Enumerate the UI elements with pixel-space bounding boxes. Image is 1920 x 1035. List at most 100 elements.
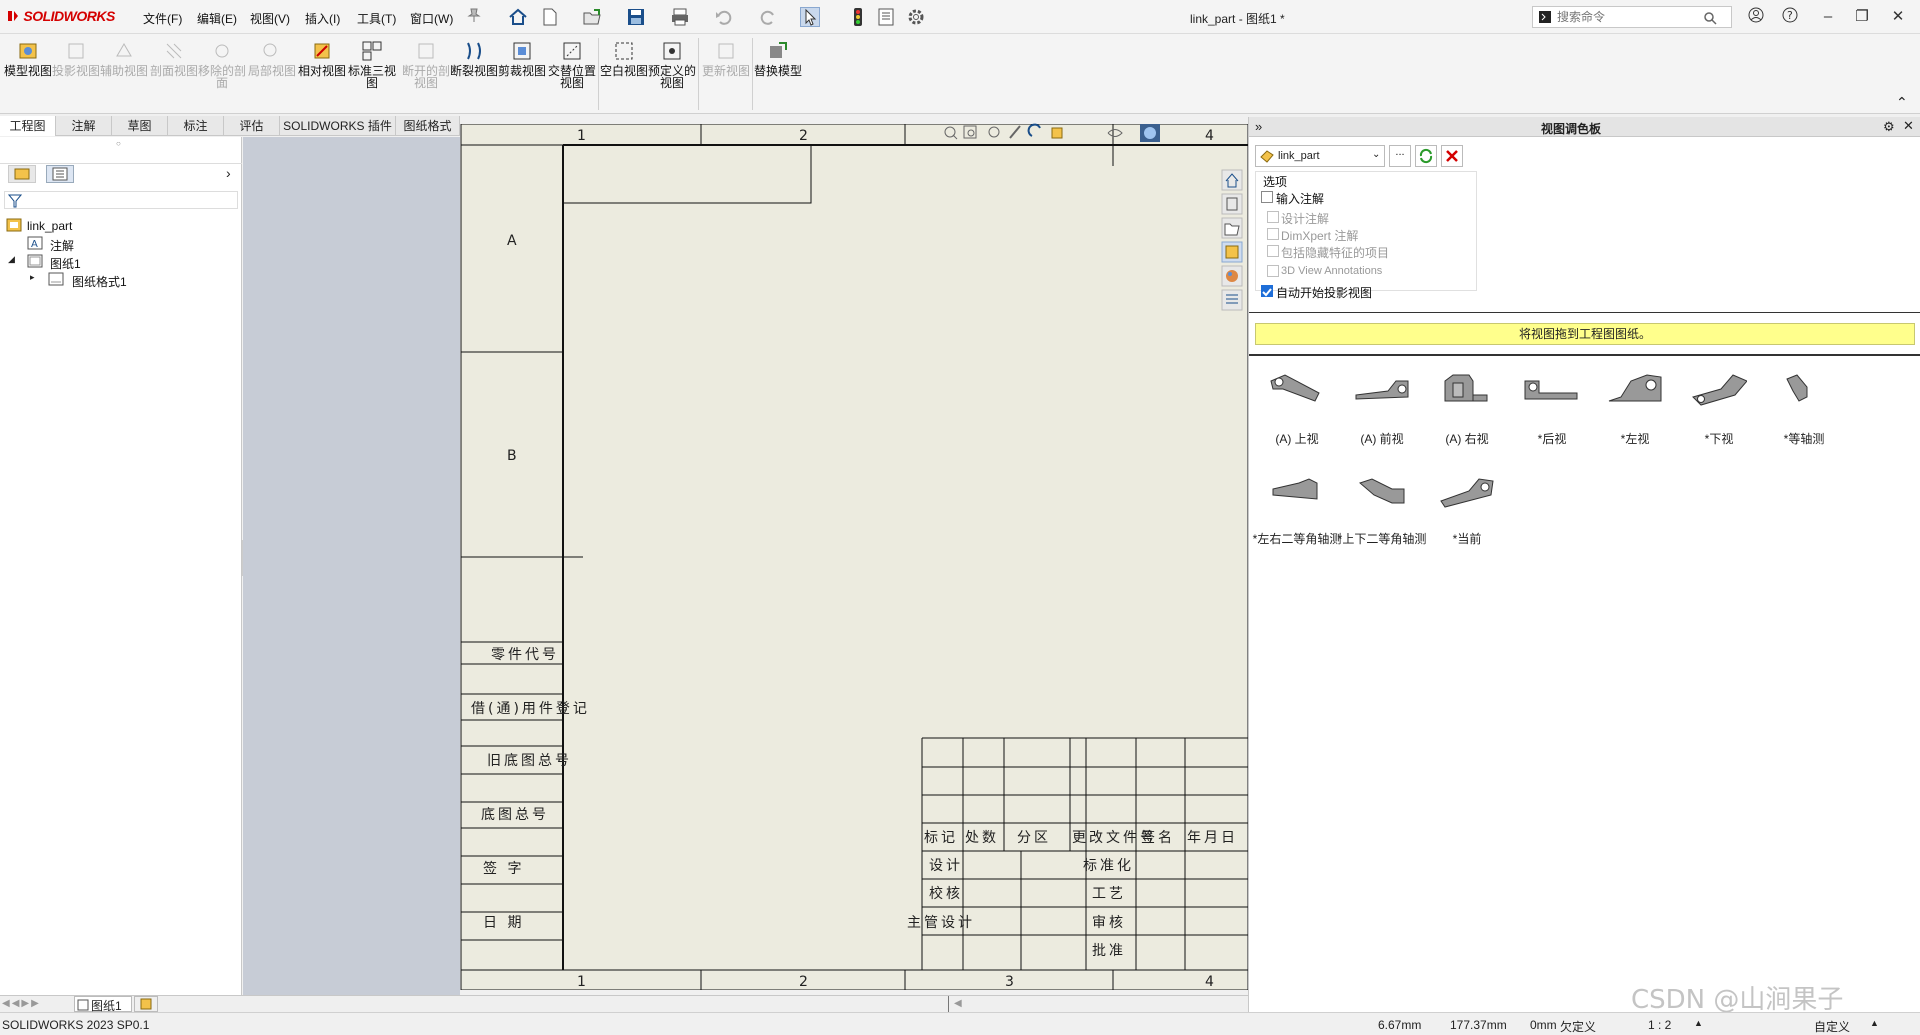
collapse-ribbon-icon[interactable]: ⌃ — [1896, 94, 1908, 111]
save-icon[interactable] — [626, 7, 646, 27]
clear-button[interactable] — [1441, 145, 1463, 167]
view-thumb-dimetric-lr[interactable] — [1269, 473, 1325, 513]
menu-window[interactable]: 窗口(W) — [410, 10, 453, 27]
tab-sketch[interactable]: 草图 — [112, 116, 168, 136]
auto-projected-view-checkbox[interactable] — [1261, 285, 1273, 297]
zoom-to-area-icon[interactable] — [963, 125, 977, 139]
tree-filter[interactable] — [4, 191, 238, 209]
appearance-globe-icon[interactable] — [1140, 124, 1160, 142]
file-explorer-icon[interactable] — [1221, 217, 1243, 239]
view-label-front[interactable]: (A) 前视 — [1339, 432, 1425, 447]
palette-close-icon[interactable]: ✕ — [1903, 118, 1914, 134]
magnifier-icon[interactable] — [1703, 11, 1717, 25]
tree-expand-icon[interactable]: ▸ — [30, 272, 35, 283]
view-thumb-left[interactable] — [1607, 371, 1663, 411]
property-manager-tab-icon[interactable] — [46, 165, 74, 183]
status-units[interactable]: 自定义 — [1814, 1018, 1850, 1035]
collapse-pane-icon[interactable]: » — [1255, 119, 1262, 134]
view-thumb-right[interactable] — [1439, 371, 1495, 411]
dimxpert-checkbox[interactable] — [1267, 228, 1279, 240]
scroll-split[interactable] — [948, 996, 949, 1012]
relative-view-button[interactable]: 相对视图 — [298, 40, 346, 110]
removed-section-button[interactable]: 移除的剖面 — [198, 40, 246, 110]
drawing-sheet[interactable]: 1 2 4 1 2 3 4 A B 零件代号 借(通)用件登记 旧底图总号 底图… — [460, 123, 1249, 991]
predefined-view-button[interactable]: 预定义的视图 — [648, 40, 696, 110]
search-input[interactable] — [1557, 9, 1707, 25]
tab-sheet-format[interactable]: 图纸格式 — [396, 116, 460, 136]
undo-icon[interactable] — [714, 7, 734, 27]
projected-view-button[interactable]: 投影视图 — [52, 40, 100, 110]
view-label-dimetric-lr[interactable]: *左右二等角轴测 — [1251, 532, 1343, 547]
tree-sheet[interactable]: 图纸1 — [50, 255, 81, 272]
tree-root[interactable]: link_part — [27, 219, 72, 233]
scroll-left-icon[interactable]: ◀ — [954, 998, 962, 1009]
new-document-icon[interactable] — [540, 7, 560, 27]
print-icon[interactable] — [670, 7, 690, 27]
tab-drawing[interactable]: 工程图 — [0, 116, 56, 136]
account-icon[interactable] — [1744, 6, 1768, 28]
scale-up-icon[interactable]: ▲ — [1694, 1018, 1703, 1028]
palette-settings-gear-icon[interactable]: ⚙ — [1883, 119, 1895, 135]
help-icon[interactable]: ? — [1778, 6, 1802, 28]
refresh-button[interactable] — [1415, 145, 1437, 167]
import-annotations-checkbox[interactable] — [1261, 191, 1273, 203]
previous-view-icon[interactable] — [988, 126, 1000, 138]
alternate-position-view-button[interactable]: 交替位置视图 — [548, 40, 596, 110]
empty-view-button[interactable]: 空白视图 — [600, 40, 648, 110]
status-scale[interactable]: 1 : 2 — [1648, 1018, 1671, 1032]
section-view-button[interactable]: 剖面视图 — [150, 40, 198, 110]
menu-tools[interactable]: 工具(T) — [357, 10, 396, 27]
home-icon[interactable] — [508, 7, 528, 27]
pin-icon[interactable] — [466, 7, 486, 27]
tree-collapse-icon[interactable]: ◢ — [8, 254, 15, 265]
view-thumb-bottom[interactable] — [1691, 371, 1748, 411]
view-thumb-current[interactable] — [1439, 473, 1495, 513]
view-thumb-dimetric-tb[interactable] — [1354, 473, 1410, 513]
hide-show-icon[interactable] — [1107, 129, 1123, 137]
view-palette-icon[interactable] — [1221, 241, 1243, 263]
options-gear-icon[interactable] — [906, 7, 926, 27]
update-view-button[interactable]: 更新视图 — [702, 40, 750, 110]
view-label-left[interactable]: *左视 — [1592, 432, 1678, 447]
minimize-icon[interactable]: – — [1816, 6, 1840, 28]
view-label-isometric[interactable]: *等轴测 — [1761, 432, 1847, 447]
view-label-dimetric-tb[interactable]: *上下二等角轴测 — [1336, 532, 1428, 547]
open-folder-icon[interactable] — [582, 7, 602, 27]
view-label-bottom[interactable]: *下视 — [1676, 432, 1762, 447]
view-label-right[interactable]: (A) 右视 — [1424, 432, 1510, 447]
hidden-features-checkbox[interactable] — [1267, 245, 1279, 257]
traffic-light-icon[interactable] — [848, 7, 868, 27]
tab-markup[interactable]: 标注 — [168, 116, 224, 136]
pan-icon[interactable] — [1009, 125, 1021, 139]
3d-view-annotations-checkbox[interactable] — [1267, 265, 1279, 277]
browse-button[interactable]: ... — [1389, 145, 1411, 167]
crop-view-button[interactable]: 剪裁视图 — [498, 40, 546, 110]
close-window-icon[interactable]: ✕ — [1886, 6, 1910, 28]
tab-evaluate[interactable]: 评估 — [224, 116, 280, 136]
menu-view[interactable]: 视图(V) — [250, 10, 290, 27]
chevron-right-icon[interactable]: › — [226, 165, 231, 181]
model-view-button[interactable]: 模型视图 — [4, 40, 52, 110]
tab-annotation[interactable]: 注解 — [56, 116, 112, 136]
view-thumb-front[interactable] — [1354, 371, 1410, 411]
add-sheet-icon[interactable] — [134, 996, 158, 1012]
sheet-tab[interactable]: 图纸1 — [74, 996, 132, 1013]
file-properties-icon[interactable] — [876, 7, 896, 27]
model-select[interactable]: link_part ⌄ — [1255, 145, 1385, 167]
auxiliary-view-button[interactable]: 辅助视图 — [100, 40, 148, 110]
feature-tree-tab-icon[interactable] — [8, 165, 36, 183]
units-up-icon[interactable]: ▲ — [1870, 1018, 1879, 1028]
sheet-nav-arrows-icon[interactable]: ◀◀▶▶ — [2, 998, 41, 1009]
view-thumb-back[interactable] — [1523, 371, 1579, 411]
search-box[interactable] — [1532, 6, 1732, 28]
replace-model-button[interactable]: 替换模型 — [754, 40, 802, 110]
view-label-top[interactable]: (A) 上视 — [1254, 432, 1340, 447]
design-annotations-checkbox[interactable] — [1267, 211, 1279, 223]
zoom-to-fit-icon[interactable] — [944, 126, 958, 140]
view-label-back[interactable]: *后视 — [1509, 432, 1595, 447]
menu-file[interactable]: 文件(F) — [143, 10, 182, 27]
solidworks-resources-icon[interactable] — [1221, 169, 1243, 191]
view-label-current[interactable]: *当前 — [1424, 532, 1510, 547]
menu-edit[interactable]: 编辑(E) — [197, 10, 237, 27]
view-thumb-isometric[interactable] — [1777, 371, 1833, 411]
